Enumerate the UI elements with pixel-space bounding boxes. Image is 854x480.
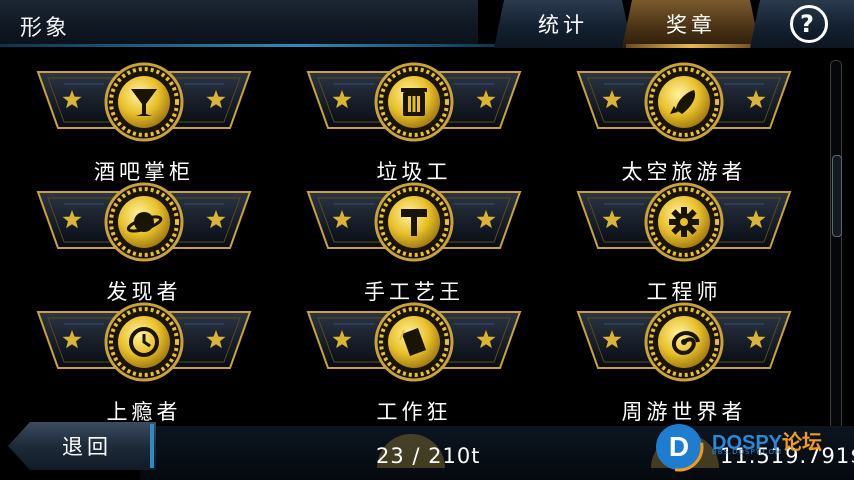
back-button-edge [150, 424, 154, 468]
tab-medals[interactable]: 奖章 [622, 0, 760, 48]
medal-item[interactable]: 手工艺王 [304, 182, 524, 304]
tab-medals-label: 奖章 [666, 13, 716, 37]
medal-count: 23 / 210t [376, 444, 481, 468]
medal-item[interactable]: 周游世界者 [574, 302, 794, 424]
top-bar: 形象 统计 奖章 ? [0, 0, 854, 52]
bottom-bar: 退回 23 / 210t 11.519.791$ D DOSPY论坛 BBS.D… [0, 420, 854, 480]
medal-badge [36, 182, 252, 262]
medal-badge [306, 62, 522, 142]
medal-badge [36, 302, 252, 382]
watermark-sub: BBS.DOSPY.COM [712, 448, 783, 456]
help-button[interactable]: ? [750, 0, 854, 48]
tab-stats[interactable]: 统计 [494, 0, 632, 48]
medal-badge [576, 62, 792, 142]
scrollbar-thumb[interactable] [832, 155, 842, 237]
dospy-logo-icon: D [654, 422, 704, 472]
svg-text:D: D [669, 431, 689, 462]
watermark-brand-cn: 论坛 [782, 432, 823, 454]
medal-badge [576, 302, 792, 382]
page-title: 形象 [20, 16, 71, 41]
gear-icon [669, 207, 699, 237]
medal-item[interactable]: 工作狂 [304, 302, 524, 424]
medal-item[interactable]: 垃圾工 [304, 62, 524, 184]
medal-badge [576, 182, 792, 262]
back-button[interactable]: 退回 [8, 422, 156, 470]
medal-item[interactable]: 酒吧掌柜 [34, 62, 254, 184]
medal-grid: 酒吧掌柜 垃圾工 太空旅游者发现者 手工艺王 工程师上瘾者 工作狂 周游世界者 [0, 52, 830, 424]
trash-can-icon [401, 88, 427, 116]
medal-badge [306, 302, 522, 382]
medal-item[interactable]: 工程师 [574, 182, 794, 304]
active-tab-indicator [626, 44, 756, 48]
medal-item[interactable]: 上瘾者 [34, 302, 254, 424]
scrollbar[interactable] [830, 60, 842, 430]
title-edge [0, 44, 500, 47]
title-panel [0, 0, 478, 46]
back-button-label: 退回 [62, 435, 112, 459]
medal-item[interactable]: 太空旅游者 [574, 62, 794, 184]
medal-badge [36, 62, 252, 142]
help-icon: ? [790, 5, 828, 43]
medal-item[interactable]: 发现者 [34, 182, 254, 304]
tab-stats-label: 统计 [538, 13, 588, 37]
medal-badge [306, 182, 522, 262]
